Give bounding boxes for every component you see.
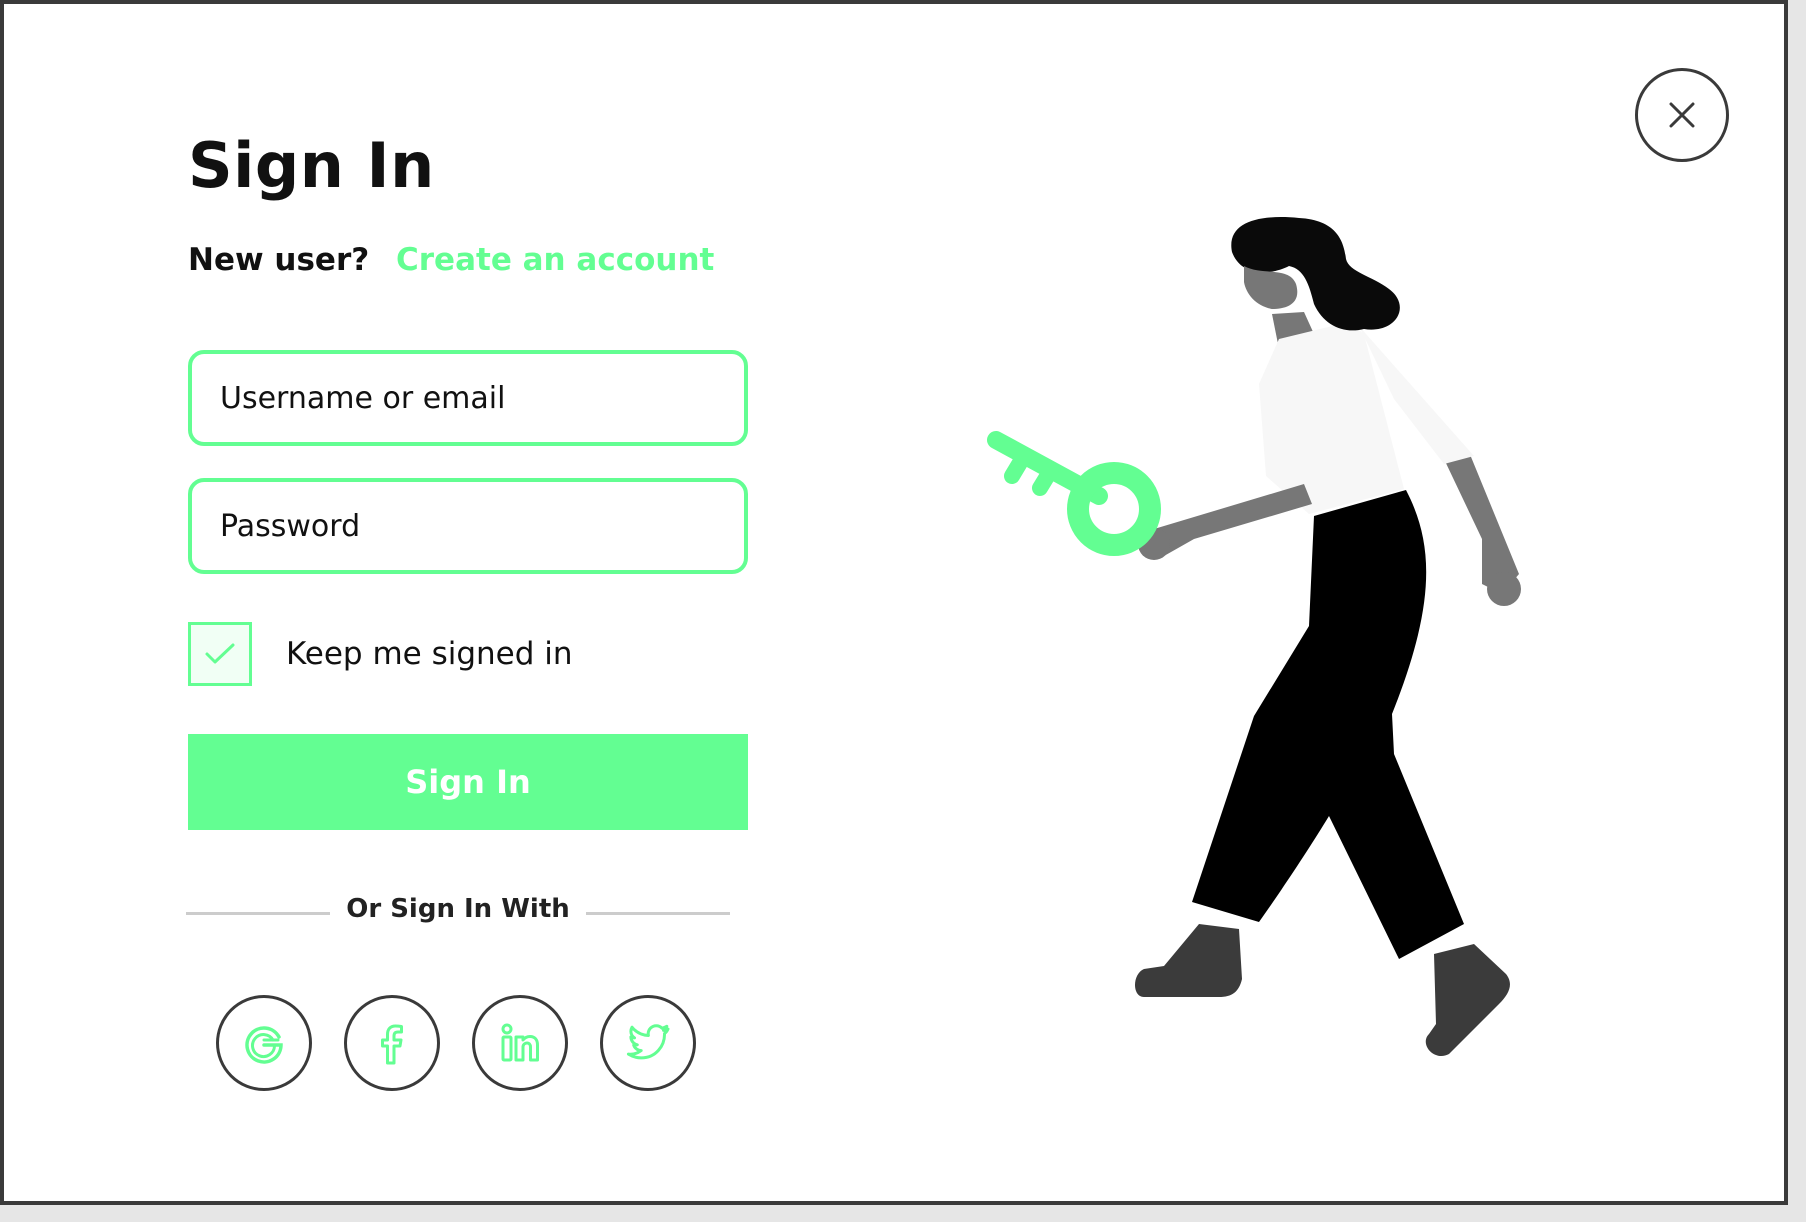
username-input[interactable] xyxy=(192,354,744,442)
facebook-icon xyxy=(381,1024,403,1065)
divider-line-left xyxy=(186,912,330,915)
keep-signed-in-row: Keep me signed in xyxy=(188,622,573,686)
google-sign-in-button[interactable] xyxy=(216,995,312,1091)
facebook-sign-in-button[interactable] xyxy=(344,995,440,1091)
key-icon xyxy=(987,431,1161,556)
keep-signed-in-label: Keep me signed in xyxy=(286,636,573,672)
page-title: Sign In xyxy=(188,129,435,202)
linkedin-sign-in-button[interactable] xyxy=(472,995,568,1091)
google-icon xyxy=(245,1026,283,1064)
divider-line-right xyxy=(586,912,730,915)
close-icon xyxy=(1669,102,1695,128)
sign-in-dialog: Sign In New user? Create an account Keep… xyxy=(0,0,1788,1205)
close-button[interactable] xyxy=(1635,68,1729,162)
twitter-icon xyxy=(626,1024,670,1060)
checkmark-icon xyxy=(205,643,235,664)
twitter-sign-in-button[interactable] xyxy=(600,995,696,1091)
sign-in-button[interactable]: Sign In xyxy=(188,734,748,830)
new-user-prompt: New user? xyxy=(188,242,370,278)
woman-holding-key-illustration xyxy=(987,217,1521,1056)
password-field[interactable] xyxy=(188,478,748,574)
create-account-link[interactable]: Create an account xyxy=(396,242,714,278)
keep-signed-in-checkbox[interactable] xyxy=(188,622,252,686)
linkedin-icon xyxy=(501,1023,539,1062)
username-field[interactable] xyxy=(188,350,748,446)
new-user-row: New user? Create an account xyxy=(188,242,714,278)
social-divider-text: Or Sign In With xyxy=(346,894,570,924)
password-input[interactable] xyxy=(192,482,744,570)
